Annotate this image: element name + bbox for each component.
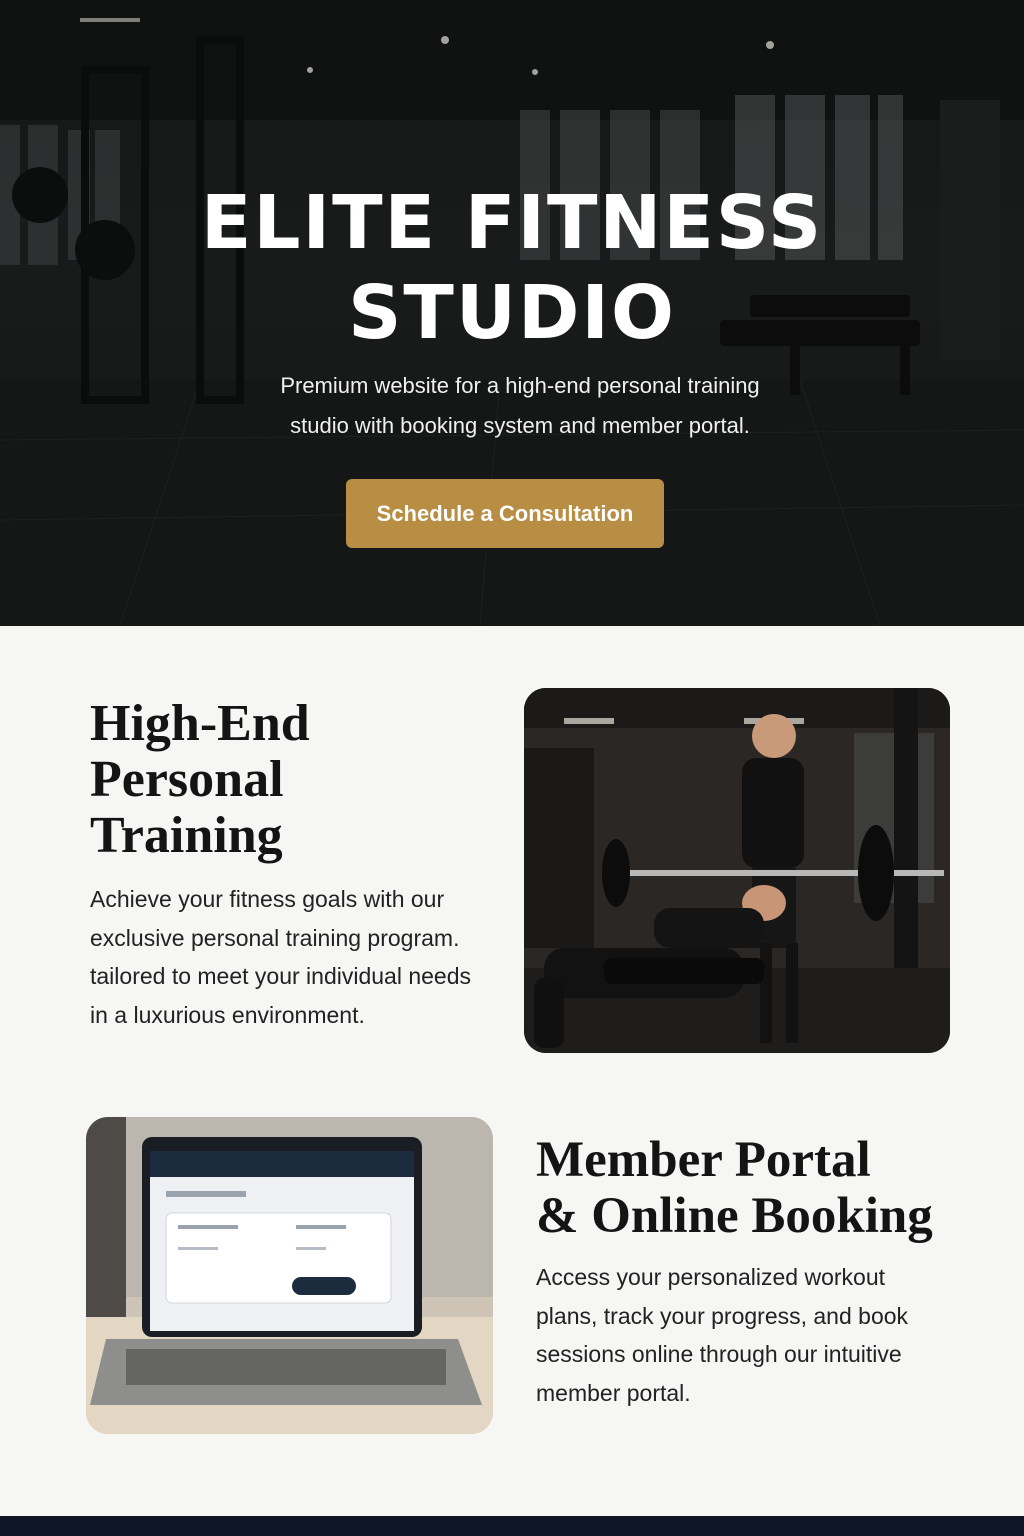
hero-title-line-2: STUDIO	[348, 270, 676, 356]
training-section-title: High-End Personal Training	[90, 696, 470, 864]
schedule-consultation-button[interactable]: Schedule a Consultation	[346, 479, 664, 548]
hero-section: ELITE FITNESS STUDIO Premium website for…	[0, 0, 1024, 626]
portal-section-title: Member Portal & Online Booking	[536, 1132, 956, 1244]
training-title-line-1: High-End	[90, 695, 310, 752]
hero-title-line-1: ELITE FITNESS	[200, 180, 824, 266]
hero-subtitle: Premium website for a high-end personal …	[280, 373, 760, 438]
footer-bar	[0, 1516, 1024, 1536]
portal-section-body: Access your personalized workout plans, …	[536, 1264, 909, 1406]
training-title-line-2: Personal	[90, 751, 284, 808]
laptop-member-portal-photo	[86, 1117, 493, 1434]
portal-title-line-2: & Online Booking	[536, 1188, 933, 1244]
training-section-body: Achieve your fitness goals with our excl…	[90, 886, 472, 1028]
portal-title-line-1: Member Portal	[536, 1132, 871, 1188]
training-title-line-3: Training	[90, 807, 283, 864]
hero-title: ELITE FITNESS STUDIO	[0, 178, 1024, 358]
laptop-portal-illustration	[86, 1117, 493, 1434]
trainer-bench-press-illustration	[524, 688, 950, 1053]
trainer-bench-press-photo	[524, 688, 950, 1053]
